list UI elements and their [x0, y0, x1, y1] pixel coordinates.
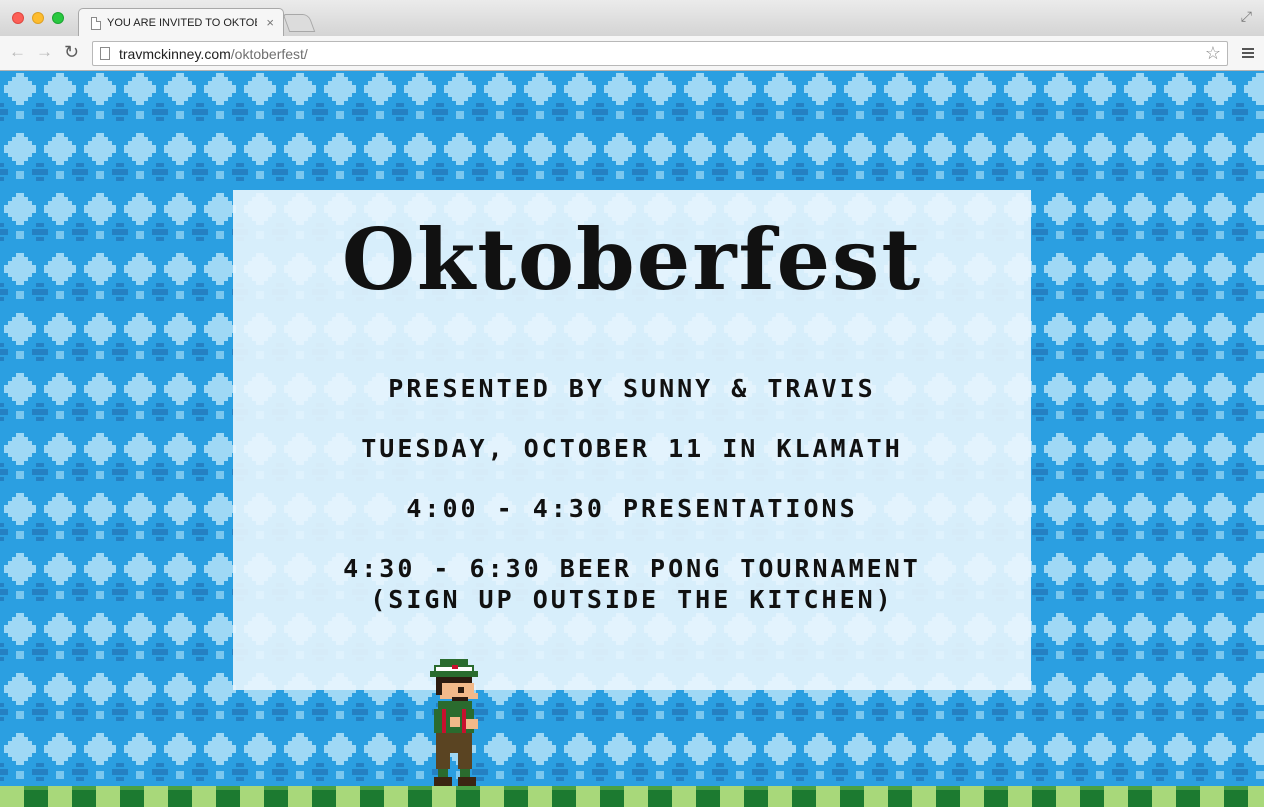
page-icon	[91, 17, 101, 30]
new-tab-button[interactable]	[282, 14, 316, 32]
bookmark-star-icon[interactable]: ☆	[1205, 43, 1221, 64]
url-host: travmckinney.com	[119, 46, 231, 62]
url-path: /oktoberfest/	[230, 46, 308, 62]
url-text: travmckinney.com/oktoberfest/	[119, 46, 308, 62]
address-bar[interactable]: travmckinney.com/oktoberfest/ ☆	[92, 41, 1228, 66]
page-icon	[100, 47, 110, 60]
event-logo: Oktoberfest	[341, 210, 923, 309]
minimize-window-button[interactable]	[32, 12, 44, 24]
fullscreen-icon[interactable]: ⤢	[1241, 8, 1252, 25]
browser-toolbar: ← → ↻ travmckinney.com/oktoberfest/ ☆	[0, 36, 1264, 71]
page-viewport: Oktoberfest Presented by Sunny & Travis …	[0, 71, 1264, 807]
schedule-item-beer-pong: 4:30 - 6:30 Beer Pong Tournament	[343, 554, 921, 583]
invitation-card: Oktoberfest Presented by Sunny & Travis …	[233, 190, 1031, 690]
tab-title: YOU ARE INVITED TO OKTOBERFEST	[107, 17, 257, 29]
event-date-text: Tuesday, October 11 in Klamath	[361, 434, 903, 463]
tab-close-icon[interactable]: ×	[266, 15, 274, 30]
window-titlebar: YOU ARE INVITED TO OKTOBERFEST × ⤢	[0, 0, 1264, 37]
pixel-ground	[0, 786, 1264, 807]
pixel-character-sprite	[430, 659, 478, 787]
back-button[interactable]: ←	[9, 41, 26, 63]
hamburger-menu-icon[interactable]	[1242, 48, 1254, 58]
zoom-window-button[interactable]	[52, 12, 64, 24]
schedule-item-beer-pong-note: (Sign up outside the kitchen)	[370, 585, 894, 614]
presented-by-text: Presented by Sunny & Travis	[388, 374, 876, 403]
reload-button[interactable]: ↻	[64, 41, 79, 63]
schedule-item-presentations: 4:00 - 4:30 Presentations	[406, 494, 858, 523]
forward-button[interactable]: →	[36, 41, 53, 63]
browser-tab[interactable]: YOU ARE INVITED TO OKTOBERFEST ×	[78, 8, 284, 37]
close-window-button[interactable]	[12, 12, 24, 24]
